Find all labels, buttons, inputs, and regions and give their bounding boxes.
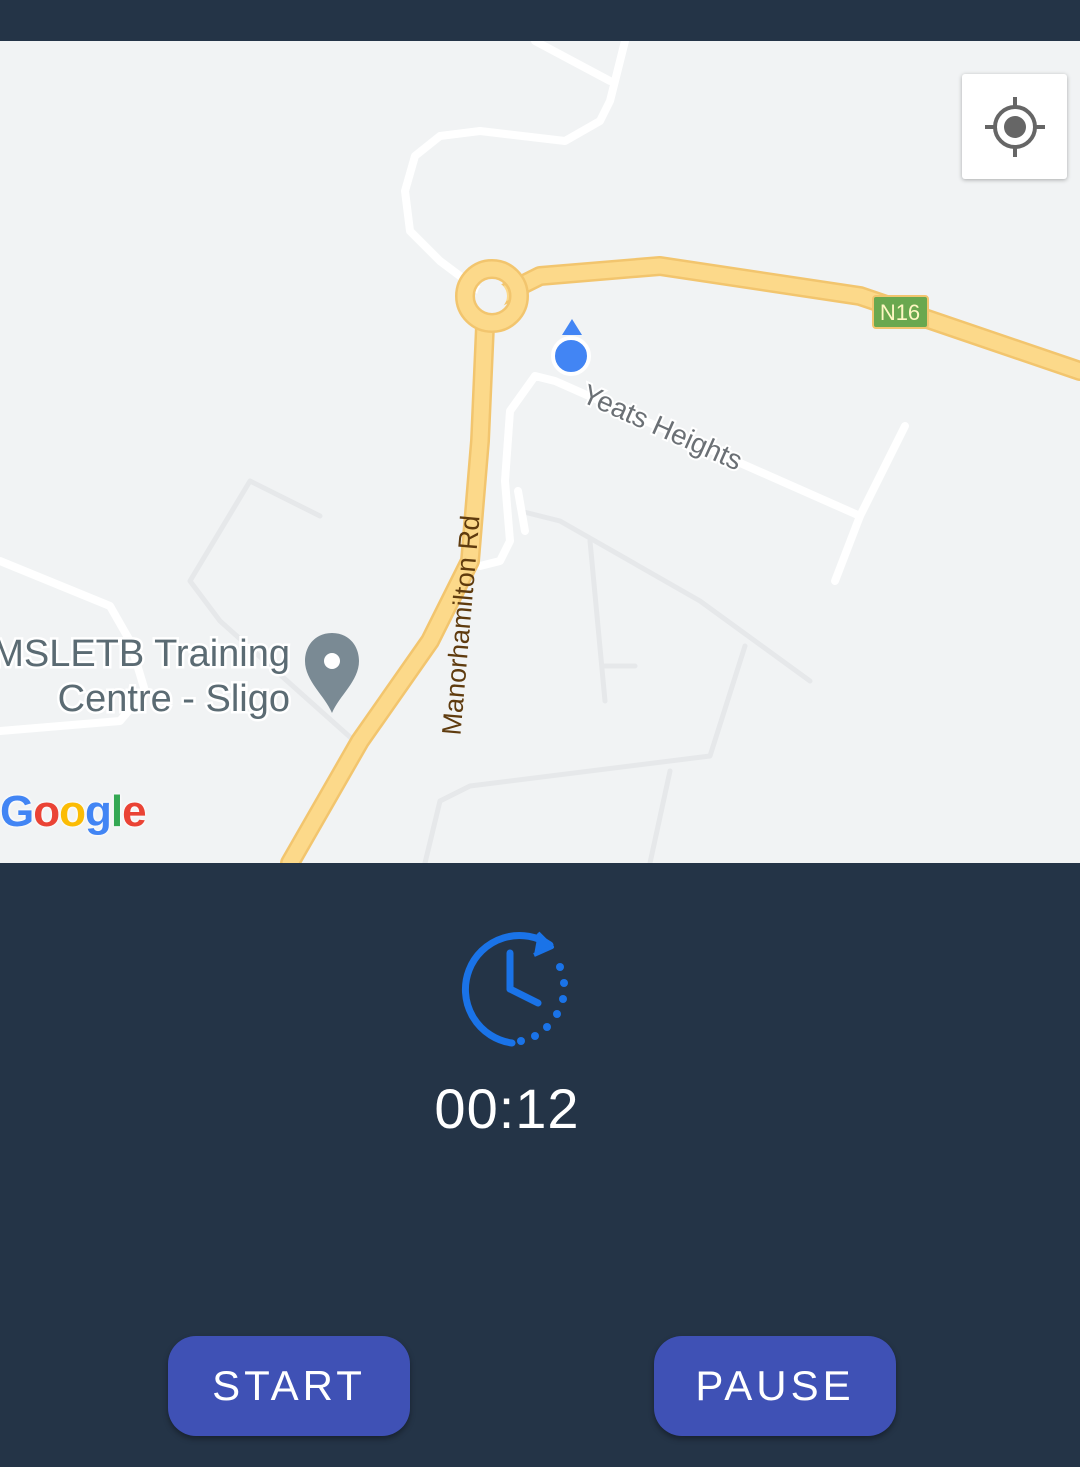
logo-letter: G [0,787,34,836]
elapsed-time: 00:12 [434,1077,580,1140]
status-bar [0,0,1080,41]
pause-button[interactable]: PAUSE [654,1336,896,1436]
google-attribution-logo: Google [0,787,147,837]
user-location-dot-icon [551,319,591,376]
logo-letter: g [85,787,112,836]
route-shield-n16: N16 [872,295,929,329]
map-canvas[interactable]: Manorhamilton Rd Yeats Heights N16 MSLET… [0,41,1080,863]
road-label-yeats-heights: Yeats Heights [578,378,748,476]
logo-letter: l [110,787,123,836]
major-roads [280,256,1080,863]
logo-letter: o [33,787,60,836]
logo-letter: o [59,787,86,836]
map-view[interactable]: Manorhamilton Rd Yeats Heights N16 MSLET… [0,41,1080,863]
app-screen: Manorhamilton Rd Yeats Heights N16 MSLET… [0,0,1080,1467]
poi-name-line1[interactable]: MSLETB Training [0,631,293,678]
my-location-button[interactable] [962,74,1067,179]
logo-letter: e [122,787,147,836]
my-location-icon [984,96,1045,157]
poi-name-line2[interactable]: Centre - Sligo [55,676,292,723]
start-button[interactable]: START [168,1336,410,1436]
route-shield-label: N16 [880,300,920,325]
timer-restart-icon [461,931,568,1047]
